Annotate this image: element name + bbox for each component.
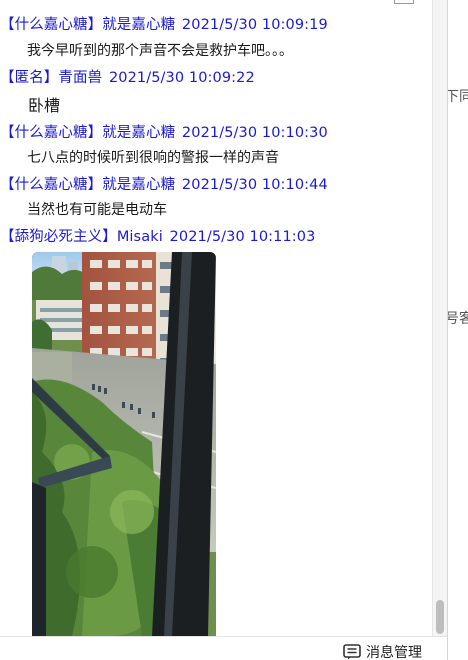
scrollbar-thumb[interactable]: [436, 600, 444, 634]
sender-name[interactable]: 就是嘉心糖: [102, 17, 175, 33]
sender-name[interactable]: Misaki: [117, 229, 163, 245]
message-header: 【什么嘉心糖】就是嘉心糖 2021/5/30 10:09:19: [0, 13, 328, 34]
side-text: 号客: [448, 308, 468, 328]
message-text: 七八点的时候听到很响的警报一样的声音: [27, 150, 279, 166]
message-list[interactable]: 【什么嘉心糖】就是嘉心糖 2021/5/30 10:09:19 我今早听到的那个…: [0, 0, 432, 636]
message-text: 卧槽: [28, 96, 61, 115]
chat-window: 【什么嘉心糖】就是嘉心糖 2021/5/30 10:09:19 我今早听到的那个…: [0, 0, 468, 660]
message-header: 【什么嘉心糖】就是嘉心糖 2021/5/30 10:10:30: [0, 121, 328, 142]
campus-photo: [32, 252, 216, 636]
sender-group: 【什么嘉心糖】: [0, 177, 103, 193]
side-panel: 下同 号客: [447, 0, 468, 660]
message-time: 2021/5/30 10:10:30: [181, 125, 328, 141]
message-manage-label: 消息管理: [366, 645, 422, 660]
sender-name[interactable]: 就是嘉心糖: [102, 125, 175, 141]
message-manage-button[interactable]: 消息管理: [343, 642, 422, 660]
message-manage-icon: [343, 644, 361, 660]
sender-group: 【匿名】: [0, 70, 59, 86]
message-time: 2021/5/30 10:09:19: [181, 17, 328, 33]
sender-group: 【什么嘉心糖】: [0, 17, 103, 33]
message-time: 2021/5/30 10:09:22: [108, 70, 255, 86]
message-header: 【匿名】青面兽 2021/5/30 10:09:22: [0, 66, 255, 87]
message-header: 【舔狗必死主义】Misaki 2021/5/30 10:11:03: [0, 225, 315, 246]
sender-group: 【什么嘉心糖】: [0, 125, 103, 141]
message-image[interactable]: [32, 252, 216, 636]
top-button[interactable]: [394, 0, 414, 4]
message-text: 我今早听到的那个声音不会是救护车吧。。。: [27, 43, 293, 59]
message-text: 当然也有可能是电动车: [27, 202, 167, 218]
message-header: 【什么嘉心糖】就是嘉心糖 2021/5/30 10:10:44: [0, 173, 328, 194]
sender-name[interactable]: 青面兽: [58, 70, 102, 86]
message-time: 2021/5/30 10:10:44: [181, 177, 328, 193]
scrollbar-track[interactable]: [432, 0, 447, 636]
sender-group: 【舔狗必死主义】: [0, 229, 117, 245]
message-time: 2021/5/30 10:11:03: [169, 229, 316, 245]
side-text: 下同: [448, 86, 468, 106]
sender-name[interactable]: 就是嘉心糖: [102, 177, 175, 193]
chat-footer: 消息管理: [0, 636, 447, 660]
